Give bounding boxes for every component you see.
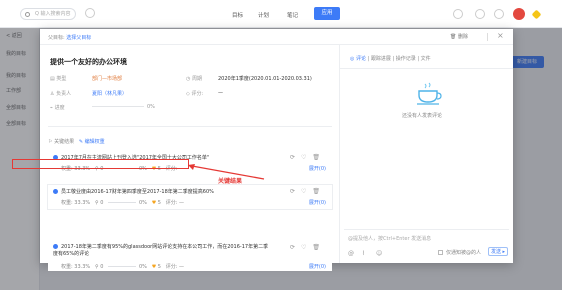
kr-progress-bar: [108, 202, 136, 203]
kr-header: ⚐ 关键结果: [48, 139, 75, 145]
refresh-icon[interactable]: [85, 8, 95, 18]
expand-link[interactable]: 展开(0): [309, 165, 326, 172]
comment-placeholder: @提及他人，按Ctrl+Enter 发送消息: [348, 236, 432, 242]
close-icon[interactable]: ×: [497, 31, 504, 40]
kr-actions[interactable]: ⟳♡🗑: [290, 244, 326, 251]
avatar[interactable]: [513, 8, 525, 20]
kr-score: 评分: —: [165, 200, 185, 206]
highlight-box: [12, 159, 189, 169]
expand-link[interactable]: 展开(0): [309, 199, 326, 206]
heart-icon: ♥: [151, 264, 157, 270]
kr-progress-bar: [108, 266, 136, 267]
period-value[interactable]: 2020年1季度(2020.01.01-2020.03.31): [218, 75, 312, 82]
empty-state-text: 还没有人发表评论: [402, 113, 443, 119]
owner-label: ♙ 负责人: [50, 91, 72, 97]
tab-history[interactable]: 操作记录: [396, 56, 416, 62]
period-label: ◷ 周期: [186, 76, 202, 82]
score-value: —: [218, 90, 223, 96]
tab-files[interactable]: 文件: [421, 56, 431, 62]
type-label: ▤ 类型: [50, 76, 67, 82]
progress-label: ⌁ 进度: [50, 105, 65, 111]
progress-value: 0%: [147, 104, 155, 110]
notify-label: 仅通知被@的人: [446, 250, 482, 256]
comment-panel: ◎ 评论 | 跟踪进展 | 操作记录 | 文件 还没有人发表评论 @提及他人，按…: [340, 45, 513, 263]
callout-label: 关键结果: [218, 178, 243, 185]
divider: [340, 68, 513, 69]
nav-apps[interactable]: 应用: [314, 7, 340, 20]
modal-header: 父目标: 选择父目标 🗑 删除 ×: [40, 29, 513, 45]
link-icon: ⚲: [94, 200, 99, 206]
delete-button[interactable]: 🗑 删除: [450, 33, 468, 40]
bell-icon[interactable]: [494, 9, 504, 19]
tab-progress[interactable]: 跟踪进展: [371, 56, 391, 62]
mention-icon[interactable]: @: [348, 250, 354, 257]
emoji-icon[interactable]: ☺: [376, 250, 382, 257]
kr-score: 评分: —: [165, 264, 185, 270]
select-parent-link[interactable]: 选择父目标: [66, 35, 91, 41]
notify-checkbox[interactable]: [438, 250, 443, 255]
edit-weight-link[interactable]: ✎ 编辑权重: [79, 139, 105, 145]
send-button[interactable]: 发送 ▸: [488, 247, 508, 256]
progress-bar[interactable]: [92, 106, 144, 107]
kr-weight: 权重: 33.3%: [61, 264, 91, 270]
score-label: ◇ 评分:: [186, 91, 204, 97]
kr-actions[interactable]: ⟳♡🗑: [290, 188, 326, 195]
parent-goal-label: 父目标:: [48, 35, 65, 41]
attachment-icon[interactable]: ⌇: [362, 250, 365, 257]
divider: [487, 33, 488, 41]
goal-panel: 提供一个友好的办公环境 ▤ 类型 部门—市场部 ◷ 周期 2020年1季度(20…: [40, 45, 340, 271]
expand-link[interactable]: 展开(0): [309, 263, 326, 270]
key-result-item[interactable]: 2017-18年第二季度有95%的glassdoor网站评论支持在本公司工作，而…: [48, 241, 332, 271]
top-bar: Q 输入搜索内容 目标 计划 笔记 应用: [0, 0, 562, 28]
empty-cup-icon: [417, 82, 442, 105]
comment-input[interactable]: @提及他人，按Ctrl+Enter 发送消息 @ ⌇ ☺ 仅通知被@的人 发送 …: [344, 229, 509, 263]
nav-goals[interactable]: 目标: [232, 11, 243, 19]
type-value[interactable]: 部门—市场部: [92, 75, 122, 82]
nav-plans[interactable]: 计划: [258, 11, 269, 19]
kr-title: 员工敬业度由2016-17财年第四季度至2017-18年第二季度提高60%: [61, 189, 214, 195]
heart-icon: ♥: [151, 200, 157, 206]
vip-icon[interactable]: [531, 9, 542, 20]
key-result-item[interactable]: 员工敬业度由2016-17财年第四季度至2017-18年第二季度提高60% ⟳♡…: [47, 184, 333, 210]
search-icon: [25, 12, 30, 17]
settings-icon[interactable]: [453, 9, 463, 19]
goal-detail-modal: 父目标: 选择父目标 🗑 删除 × 提供一个友好的办公环境 ▤ 类型 部门—市场…: [40, 29, 513, 271]
kr-title: 2017-18年第二季度有95%的glassdoor网站评论支持在本公司工作，而…: [53, 244, 269, 257]
tab-comments[interactable]: ◎ 评论: [350, 56, 366, 62]
status-dot-icon: [53, 189, 58, 194]
grid-icon[interactable]: [475, 9, 485, 19]
owner-value[interactable]: 夏阳（林凡果）: [92, 90, 127, 97]
link-icon: ⚲: [94, 264, 99, 270]
goal-title[interactable]: 提供一个友好的办公环境: [50, 57, 127, 67]
status-dot-icon: [53, 244, 58, 249]
kr-weight: 权重: 33.3%: [61, 200, 91, 206]
kr-actions[interactable]: ⟳♡🗑: [290, 154, 326, 161]
search-input[interactable]: Q 输入搜索内容: [20, 8, 76, 20]
divider: [48, 126, 332, 127]
nav-notes[interactable]: 笔记: [287, 11, 298, 19]
